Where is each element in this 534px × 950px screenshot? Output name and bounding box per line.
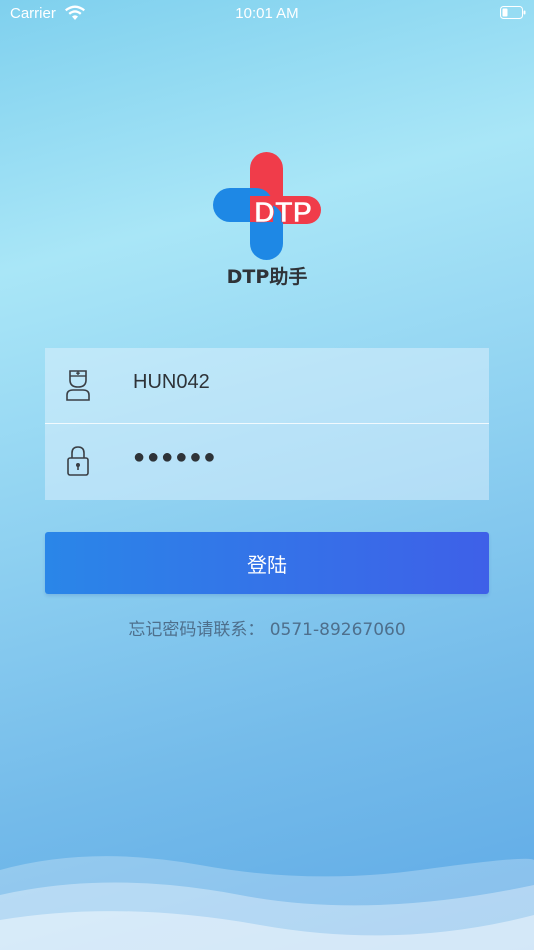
app-name: DTP助手 bbox=[226, 266, 308, 288]
login-button[interactable]: 登陆 bbox=[45, 532, 489, 594]
logo-text: DTP bbox=[254, 197, 312, 229]
login-form: HUN042 ●●●●●● bbox=[45, 348, 489, 500]
status-time: 10:01 AM bbox=[235, 5, 299, 22]
password-input[interactable]: ●●●●●● bbox=[133, 446, 217, 469]
password-row[interactable]: ●●●●●● bbox=[45, 424, 489, 499]
status-bar: Carrier 10:01 AM bbox=[0, 0, 534, 30]
username-row[interactable]: HUN042 bbox=[45, 348, 489, 423]
lock-icon bbox=[67, 446, 89, 476]
battery-icon bbox=[500, 6, 526, 19]
app-logo: DTP bbox=[213, 152, 321, 260]
forgot-password-text: 忘记密码请联系： 0571-89267060 bbox=[128, 620, 406, 640]
decorative-waves bbox=[0, 856, 534, 950]
doctor-user-icon bbox=[66, 370, 90, 401]
username-input[interactable]: HUN042 bbox=[133, 371, 210, 394]
